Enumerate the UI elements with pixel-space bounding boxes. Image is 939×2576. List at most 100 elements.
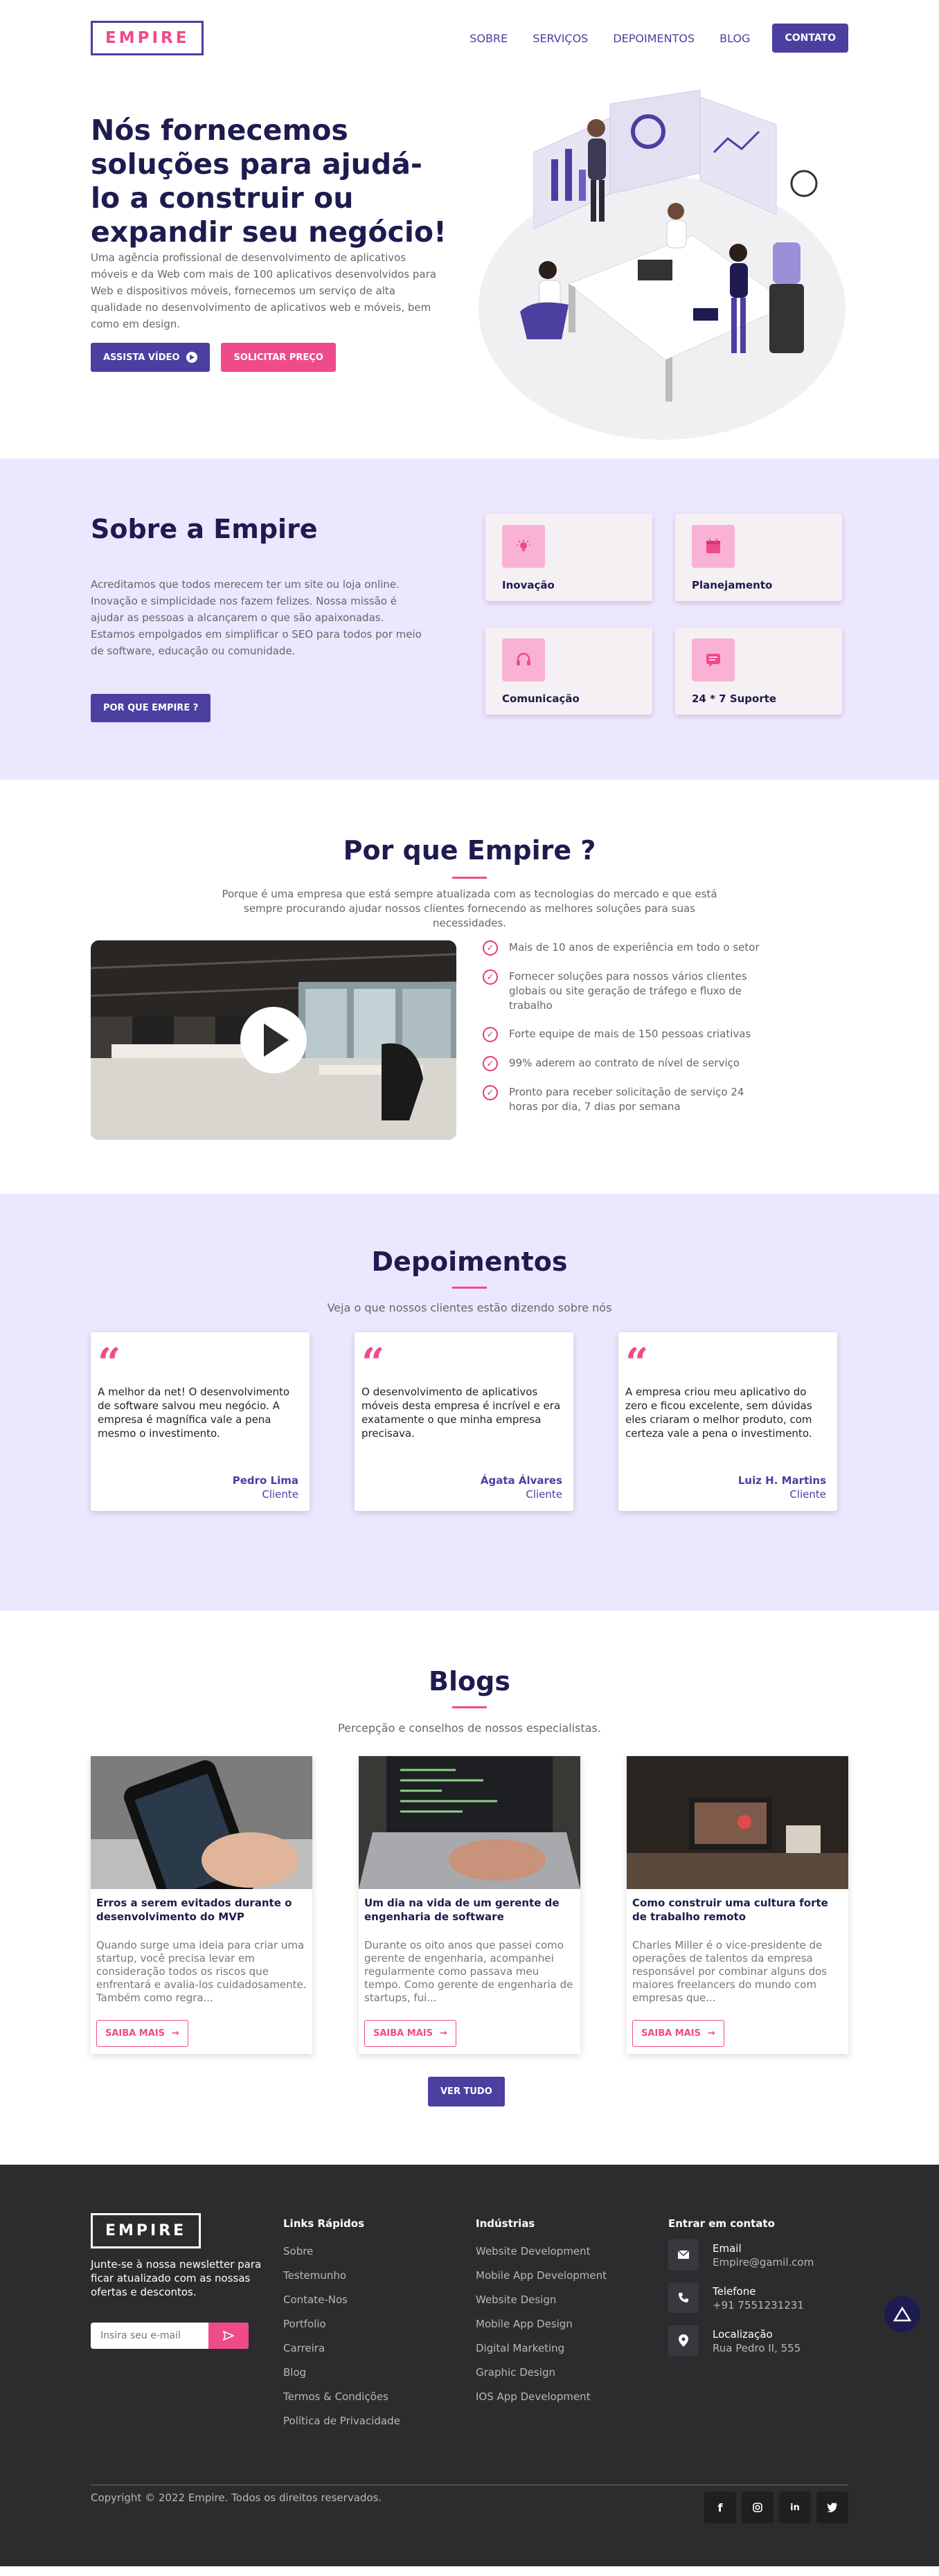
check-icon: ✓ — [483, 1027, 498, 1042]
read-more-button[interactable]: SAIBA MAIS → — [96, 2020, 188, 2047]
linkedin-icon[interactable]: in — [779, 2492, 811, 2523]
blogs-subtitle: Percepção e conselhos de nossos especial… — [338, 1721, 601, 1735]
footer-link[interactable]: Testemunho — [283, 2264, 400, 2288]
testimonial-name: Luiz H. Martins — [737, 1474, 826, 1487]
industry-link[interactable]: Website Design — [476, 2288, 607, 2312]
logo[interactable]: EMPIRE — [91, 21, 204, 55]
hero-title: Nós fornecemos soluções para ajudá-lo a … — [91, 114, 447, 249]
request-quote-label: SOLICITAR PREÇO — [233, 352, 323, 363]
industry-link[interactable]: Mobile App Design — [476, 2312, 607, 2336]
blog-excerpt: Durante os oito anos que passei como ger… — [364, 1939, 573, 2004]
industry-link[interactable]: IOS App Development — [476, 2385, 607, 2409]
feature-card-inovacao: Inovação — [485, 514, 652, 601]
main-menu: SOBRE SERVIÇOS DEPOIMENTOS BLOG CONTATO — [445, 24, 848, 53]
footer-link[interactable]: Sobre — [283, 2239, 400, 2264]
location-icon — [668, 2325, 699, 2356]
office-photo — [91, 940, 456, 1140]
why-empire-button[interactable]: POR QUE EMPIRE ? — [91, 694, 211, 722]
send-button[interactable] — [208, 2323, 249, 2349]
testimonial-card: “ O desenvolvimento de aplicativos móvei… — [355, 1332, 573, 1511]
blog-title: Erros a serem evitados durante o desenvo… — [96, 1897, 292, 1923]
testimonial-text: A melhor da net! O desenvolvimento de so… — [98, 1386, 290, 1440]
blog-title: Como construir uma cultura forte de trab… — [632, 1897, 828, 1923]
check-icon: ✓ — [483, 1056, 498, 1071]
chat-icon — [692, 638, 735, 681]
read-more-button[interactable]: SAIBA MAIS → — [364, 2020, 456, 2047]
request-quote-button[interactable]: SOLICITAR PREÇO — [221, 343, 336, 372]
lightbulb-icon — [502, 525, 545, 568]
footer-link[interactable]: Portfolio — [283, 2312, 400, 2336]
nav-sobre[interactable]: SOBRE — [470, 32, 508, 45]
quote-icon: “ — [361, 1339, 385, 1386]
testimonial-role: Cliente — [789, 1488, 826, 1501]
contato-button[interactable]: CONTATO — [772, 24, 848, 53]
blog-excerpt: Quando surge uma ideia para criar uma st… — [96, 1939, 307, 2004]
testimonial-text: O desenvolvimento de aplicativos móveis … — [361, 1386, 561, 1440]
headset-icon — [502, 638, 545, 681]
blog-card: Um dia na vida de um gerente de engenhar… — [359, 1756, 580, 2054]
footer-link[interactable]: Carreira — [283, 2336, 400, 2361]
blog-image — [627, 1756, 848, 1889]
about-section: Sobre a Empire Acreditamos que todos mer… — [0, 458, 939, 780]
industries-title: Indústrias — [476, 2217, 535, 2230]
title-underline — [452, 877, 487, 879]
twitter-icon[interactable] — [816, 2492, 848, 2523]
footer-link[interactable]: Contate-Nos — [283, 2288, 400, 2312]
blog-card: Como construir uma cultura forte de trab… — [627, 1756, 848, 2054]
footer-link[interactable]: Termos & Condições — [283, 2385, 400, 2409]
about-text: Acreditamos que todos merecem ter um sit… — [91, 578, 422, 657]
industry-link[interactable]: Digital Marketing — [476, 2336, 607, 2361]
view-all-button[interactable]: VER TUDO — [428, 2077, 505, 2107]
newsletter-form — [91, 2323, 249, 2349]
arrow-right-icon: → — [707, 2028, 715, 2039]
mail-icon — [668, 2239, 699, 2270]
why-point: ✓ Forte equipe de mais de 150 pessoas cri… — [483, 1027, 801, 1042]
arrow-right-icon: → — [439, 2028, 447, 2039]
instagram-icon[interactable] — [742, 2492, 773, 2523]
video-player[interactable] — [91, 940, 456, 1140]
blogs-section: Blogs Percepção e conselhos de nossos es… — [91, 1611, 848, 2165]
feature-label: Comunicação — [502, 692, 580, 705]
scroll-to-top-button[interactable] — [884, 2296, 920, 2332]
read-more-button[interactable]: SAIBA MAIS → — [632, 2020, 724, 2047]
bottom-strip — [0, 2566, 939, 2576]
blog-title: Um dia na vida de um gerente de engenhar… — [364, 1897, 560, 1923]
phone-icon — [668, 2282, 699, 2313]
contact-title: Entrar em contato — [668, 2217, 775, 2230]
industry-link[interactable]: Website Development — [476, 2239, 607, 2264]
industry-link[interactable]: Mobile App Development — [476, 2264, 607, 2288]
email-input[interactable] — [91, 2330, 208, 2341]
industry-link[interactable]: Graphic Design — [476, 2361, 607, 2385]
check-icon: ✓ — [483, 969, 498, 985]
facebook-icon[interactable]: f — [704, 2492, 736, 2523]
play-icon — [186, 352, 198, 363]
why-points: ✓ Mais de 10 anos de experiência em todo … — [483, 940, 801, 1128]
footer: EMPIRE Junte-se à nossa newsletter para … — [0, 2165, 939, 2566]
quote-icon: “ — [98, 1339, 121, 1386]
blog-image — [359, 1756, 580, 1889]
blogs-title: Blogs — [429, 1666, 510, 1697]
hero-section: Nós fornecemos soluções para ajudá-lo a … — [91, 76, 848, 458]
testimonial-text: A empresa criou meu aplicativo do zero e… — [625, 1386, 812, 1440]
arrow-up-icon — [893, 2307, 911, 2322]
footer-link[interactable]: Blog — [283, 2361, 400, 2385]
watch-video-button[interactable]: ASSISTA VÍDEO — [91, 343, 211, 372]
nav-servicos[interactable]: SERVIÇOS — [533, 32, 588, 45]
why-section: Por que Empire ? Porque é uma empresa qu… — [91, 780, 848, 1194]
contact-phone: Telefone +91 7551231231 — [668, 2282, 814, 2313]
title-underline — [452, 1706, 487, 1708]
why-subtitle: Porque é uma empresa que está sempre atu… — [222, 888, 717, 929]
nav-blog[interactable]: BLOG — [719, 32, 750, 45]
testimonial-card: “ A melhor da net! O desenvolvimento de … — [91, 1332, 310, 1511]
feature-label: 24 * 7 Suporte — [692, 692, 777, 705]
blog-image — [91, 1756, 312, 1889]
why-point: ✓ 99% aderem ao contrato de nível de serv… — [483, 1056, 801, 1071]
blog-excerpt: Charles Miller é o vice-presidente de op… — [632, 1939, 828, 2004]
feature-label: Inovação — [502, 579, 555, 591]
footer-logo[interactable]: EMPIRE — [91, 2213, 202, 2248]
footer-link[interactable]: Política de Privacidade — [283, 2409, 400, 2433]
quote-icon: “ — [625, 1339, 649, 1386]
testimonials-subtitle: Veja o que nossos clientes estão dizendo… — [327, 1301, 612, 1314]
testimonial-name: Ágata Álvares — [480, 1474, 562, 1487]
nav-depoimentos[interactable]: DEPOIMENTOS — [613, 32, 695, 45]
